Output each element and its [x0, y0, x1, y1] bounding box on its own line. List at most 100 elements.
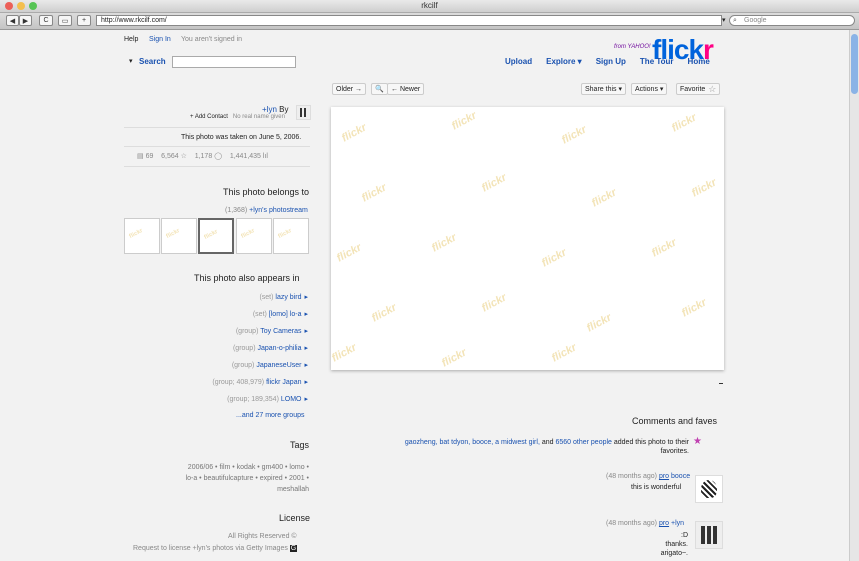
favorite-button[interactable]: Favorite ☆ — [676, 83, 721, 95]
star-icon: ☆ — [708, 83, 717, 94]
watermark-13: flickr — [369, 301, 399, 325]
appears-in-item[interactable]: (group) Japan-o-philia ▸ — [233, 344, 308, 352]
browser-search-placeholder: Google — [744, 17, 767, 24]
watermark-14: flickr — [479, 291, 509, 315]
getty-text: Request to license +lyn's photos via Get… — [133, 545, 288, 552]
watermark-6: flickr — [479, 171, 509, 195]
photostream-thumb-current[interactable]: flickr — [198, 218, 234, 254]
photostream-thumb-1[interactable]: flickr — [124, 218, 160, 254]
zoom-icon[interactable]: 🔍 — [371, 83, 388, 95]
photostream-thumb-5[interactable]: flickr — [273, 218, 309, 254]
nav-sign-up[interactable]: Sign Up — [596, 57, 626, 66]
scrollbar-thumb[interactable] — [851, 34, 858, 94]
comment-header-lyn: (48 months ago) pro +lyn — [606, 520, 684, 527]
tags-list: 2006/06 • film • kodak • gm400 • lomo • … — [124, 462, 309, 495]
browser-search-field[interactable]: ⌕ Google — [729, 15, 855, 26]
nav-home[interactable]: Home — [688, 57, 710, 66]
site-search-input[interactable] — [172, 56, 296, 68]
sign-in-link[interactable]: Sign In — [149, 36, 171, 43]
commenter-avatar-booce[interactable] — [695, 475, 723, 503]
watermark-9: flickr — [334, 241, 364, 265]
appears-in-item[interactable]: (set) lazy bird ▸ — [259, 293, 308, 301]
real-name-note: No real name given — [232, 114, 285, 120]
comment-time: (48 months ago) — [606, 473, 657, 480]
appears-in-heading: This photo also appears in — [194, 273, 300, 283]
faved-others-link[interactable]: 6560 other people — [555, 439, 611, 446]
vertical-scrollbar[interactable] — [849, 30, 859, 561]
nav-explore[interactable]: Explore ▾ — [546, 57, 582, 66]
older-button[interactable]: Older → — [332, 83, 367, 95]
watermark-2: flickr — [449, 109, 479, 133]
watermark-10: flickr — [429, 231, 459, 255]
owner-name-link[interactable]: +lyn — [262, 105, 277, 114]
nav-upload[interactable]: Upload — [505, 57, 532, 66]
photostream-thumb-2[interactable]: flickr — [161, 218, 197, 254]
appears-in-item[interactable]: (group) Toy Cameras ▸ — [236, 327, 308, 335]
photo-stats: ▤ 69 6,564 ☆ 1,178 ◯ 1,441,435 lıl — [137, 152, 268, 160]
divider-3 — [124, 166, 310, 167]
appears-in-item[interactable]: (group) JapaneseUser ▸ — [232, 361, 308, 369]
photostream-thumb-4[interactable]: flickr — [236, 218, 272, 254]
notes-count: 69 — [145, 153, 154, 160]
commenter-avatar-lyn[interactable] — [695, 521, 723, 549]
pro-badge: pro — [658, 473, 670, 480]
photostream-link[interactable]: +lyn's photostream — [249, 207, 308, 214]
faves-count: 6,564 — [161, 153, 179, 160]
help-link[interactable]: Help — [124, 36, 138, 43]
commenter-name[interactable]: +lyn — [671, 520, 684, 527]
photostream-link-row: (1,368) +lyn's photostream — [225, 207, 308, 214]
owner-avatar[interactable] — [296, 105, 311, 120]
fave-label: Favorite — [680, 85, 706, 93]
watermark-8: flickr — [689, 176, 719, 200]
fave-star-pink-icon: ★ — [693, 436, 702, 447]
main-photo[interactable]: flickr flickr flickr flickr flickr flick… — [331, 107, 724, 370]
photo-taken-date: This photo was taken on June 5, 2006. — [181, 134, 302, 141]
actions-button[interactable]: Actions ▾ — [631, 83, 668, 95]
photostream-heading: This photo belongs to — [223, 187, 310, 197]
license-getty[interactable]: Request to license +lyn's photos via Get… — [133, 545, 298, 552]
appears-in-item[interactable]: (group; 408,979) flickr Japan ▸ — [212, 378, 308, 386]
faved-text: added this photo to their favorites. — [613, 439, 689, 455]
owner-byline: +lyn By — [262, 105, 288, 114]
watermark-18: flickr — [439, 346, 469, 370]
url-dropdown-icon[interactable]: ▾ — [722, 16, 726, 24]
search-options-icon[interactable]: ▾ — [129, 57, 133, 65]
copyright-icon: © — [291, 533, 297, 540]
url-field[interactable]: http://www.rkcilf.com/ — [96, 15, 722, 26]
share-this-button[interactable]: Share this ▾ — [581, 83, 626, 95]
tags-line[interactable]: meshallah — [124, 484, 309, 495]
comment-line: thanks. — [665, 541, 688, 548]
comment-icon: ◯ — [214, 153, 223, 160]
newer-button[interactable]: ← Newer — [387, 83, 425, 95]
faved-and: and — [541, 439, 554, 446]
reload-button[interactable]: C — [39, 15, 53, 26]
yahoo-byline: from YAHOO! — [614, 44, 651, 50]
by-label: By — [279, 105, 289, 114]
watermark-17: flickr — [331, 341, 359, 365]
comments-count: 1,178 — [194, 153, 213, 160]
back-button[interactable]: ◀ — [6, 15, 19, 26]
add-contact-link[interactable]: + Add Contact — [190, 114, 228, 120]
watermark-16: flickr — [679, 296, 709, 320]
views-icon: lıl — [262, 153, 268, 160]
search-button[interactable]: Search — [139, 57, 166, 66]
watermark-1: flickr — [339, 121, 369, 145]
tags-line[interactable]: 2006/06 • film • kodak • gm400 • lomo • — [124, 462, 309, 473]
watermark-7: flickr — [589, 186, 619, 210]
add-bookmark-button[interactable]: + — [77, 15, 91, 26]
comments-heading: Comments and faves — [632, 416, 718, 426]
faved-people-links[interactable]: gaozheng, bat tdyon, booce, a midwest gi… — [405, 439, 540, 446]
main-nav: Upload Explore ▾ Sign Up The Tour Home — [505, 57, 710, 66]
bookmarks-icon[interactable]: ▭ — [58, 15, 72, 26]
getty-icon: G — [289, 545, 298, 552]
commenter-name[interactable]: booce — [671, 473, 690, 480]
browser-toolbar: ◀ ▶ C ▭ + http://www.rkcilf.com/ ▾ ⌕ Goo… — [0, 13, 859, 30]
tags-line[interactable]: lo-a • beautifulcapture • expired • 2001… — [124, 473, 309, 484]
more-groups-link[interactable]: ...and 27 more groups — [236, 412, 305, 419]
nav-the-tour[interactable]: The Tour — [640, 57, 674, 66]
forward-button[interactable]: ▶ — [19, 15, 32, 26]
appears-in-item[interactable]: (set) [lomo] lo-a ▸ — [253, 310, 308, 318]
appears-in-item[interactable]: (group; 189,354) LOMO ▸ — [227, 395, 308, 403]
account-status: You aren't signed in — [181, 36, 243, 43]
photostream-count: (1,368) — [225, 207, 248, 214]
